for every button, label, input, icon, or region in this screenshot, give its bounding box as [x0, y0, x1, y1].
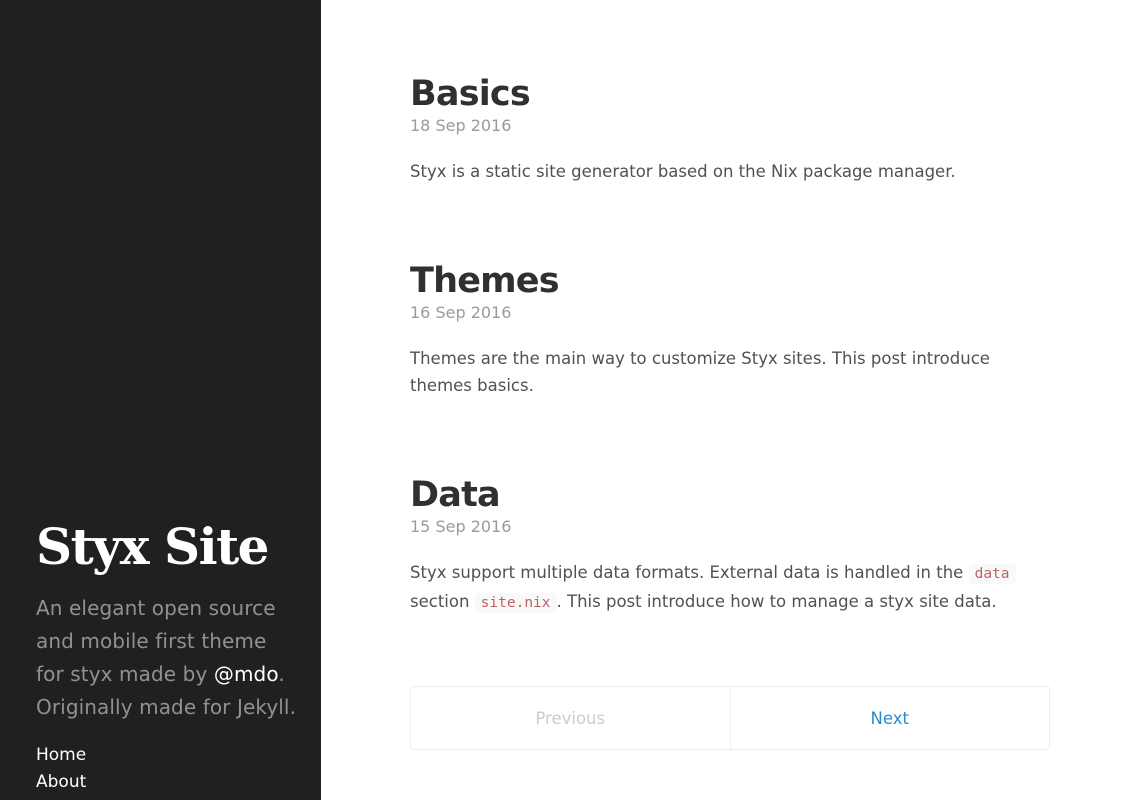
post-themes: Themes 16 Sep 2016 Themes are the main w… [410, 261, 1050, 399]
post-excerpt: Styx is a static site generator based on… [410, 162, 956, 181]
previous-button: Previous [411, 687, 731, 749]
code-data: data [968, 564, 1016, 584]
excerpt-text: Styx support multiple data formats. Exte… [410, 563, 969, 582]
nav-item-home[interactable]: Home [36, 742, 86, 769]
sidebar: Styx Site An elegant open source and mob… [0, 0, 321, 800]
next-button[interactable]: Next [731, 687, 1050, 749]
sidebar-nav: Home About [36, 742, 86, 796]
nav-item-about[interactable]: About [36, 769, 86, 796]
post-date: 16 Sep 2016 [410, 303, 512, 322]
author-link[interactable]: @mdo [214, 662, 278, 686]
post-excerpt: Styx support multiple data formats. Exte… [410, 559, 1050, 617]
excerpt-text: . This post introduce how to manage a st… [556, 592, 997, 611]
site-title[interactable]: Styx Site [36, 514, 269, 580]
post-basics: Basics 18 Sep 2016 Styx is a static site… [410, 74, 1050, 185]
excerpt-text: section [410, 592, 475, 611]
pagination: Previous Next [410, 686, 1050, 750]
site-lead: An elegant open source and mobile first … [36, 592, 298, 724]
post-date: 15 Sep 2016 [410, 517, 512, 536]
post-title[interactable]: Themes [410, 261, 1050, 301]
code-site-nix: site.nix [474, 593, 557, 613]
post-title[interactable]: Data [410, 475, 1050, 515]
post-data: Data 15 Sep 2016 Styx support multiple d… [410, 475, 1050, 617]
post-date: 18 Sep 2016 [410, 116, 512, 135]
post-excerpt: Themes are the main way to customize Sty… [410, 349, 990, 395]
post-title[interactable]: Basics [410, 74, 1050, 114]
